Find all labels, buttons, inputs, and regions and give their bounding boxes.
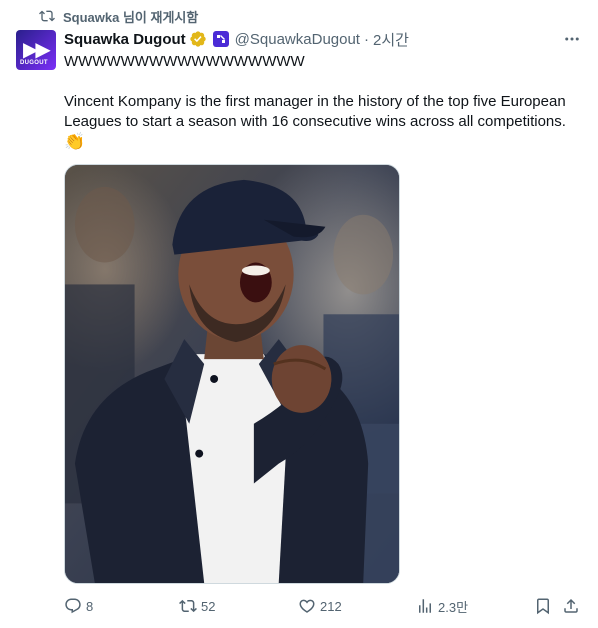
author-handle[interactable]: @SquawkaDugout	[235, 31, 360, 48]
avatar-label: DUGOUT	[20, 60, 48, 66]
timestamp[interactable]: 2시간	[373, 29, 409, 50]
photo-kompany-celebrating	[65, 165, 399, 583]
tweet-actions: 8 52 212 2.3만	[64, 594, 584, 618]
repost-icon	[39, 10, 55, 22]
like-button[interactable]: 212	[298, 594, 342, 618]
like-count: 212	[320, 598, 342, 614]
repost-icon	[179, 599, 197, 613]
repost-count: 52	[201, 598, 216, 614]
dugout-logo-icon: ▶▶	[23, 37, 51, 61]
affiliate-badge-icon[interactable]	[212, 31, 229, 47]
repost-text: Squawka 님이 재게시함	[63, 9, 199, 25]
tweet-body: Vincent Kompany is the first manager in …	[64, 93, 566, 130]
tweet-text: WWWWWWWWWWWWWWWWW Vincent Kompany is the…	[64, 52, 584, 153]
bookmark-button[interactable]	[534, 594, 552, 618]
clap-emoji: 👏	[64, 132, 86, 151]
tweet-header: Squawka Dugout @SquawkaDugout · 2시간	[64, 29, 582, 49]
analytics-icon	[419, 599, 431, 613]
reply-button[interactable]: 8	[64, 594, 93, 618]
author-name[interactable]: Squawka Dugout	[64, 31, 186, 48]
avatar[interactable]: ▶▶ DUGOUT	[16, 30, 56, 70]
view-count: 2.3만	[438, 599, 469, 615]
verified-badge-icon[interactable]	[189, 30, 207, 48]
repost-button[interactable]: 52	[179, 594, 215, 618]
tweet-line-1: WWWWWWWWWWWWWWWWW	[64, 53, 305, 70]
share-button[interactable]	[562, 594, 580, 618]
bookmark-icon	[537, 598, 549, 615]
heart-icon	[299, 599, 315, 613]
separator-dot: ·	[363, 30, 369, 48]
reply-icon	[65, 598, 81, 614]
share-icon	[564, 598, 578, 613]
reply-count: 8	[86, 598, 94, 614]
more-icon	[565, 37, 579, 41]
more-options-button[interactable]	[562, 29, 582, 49]
tweet-photo[interactable]	[64, 164, 400, 584]
repost-indicator[interactable]: Squawka 님이 재게시함	[39, 7, 198, 25]
views-button[interactable]: 2.3만	[416, 594, 468, 618]
